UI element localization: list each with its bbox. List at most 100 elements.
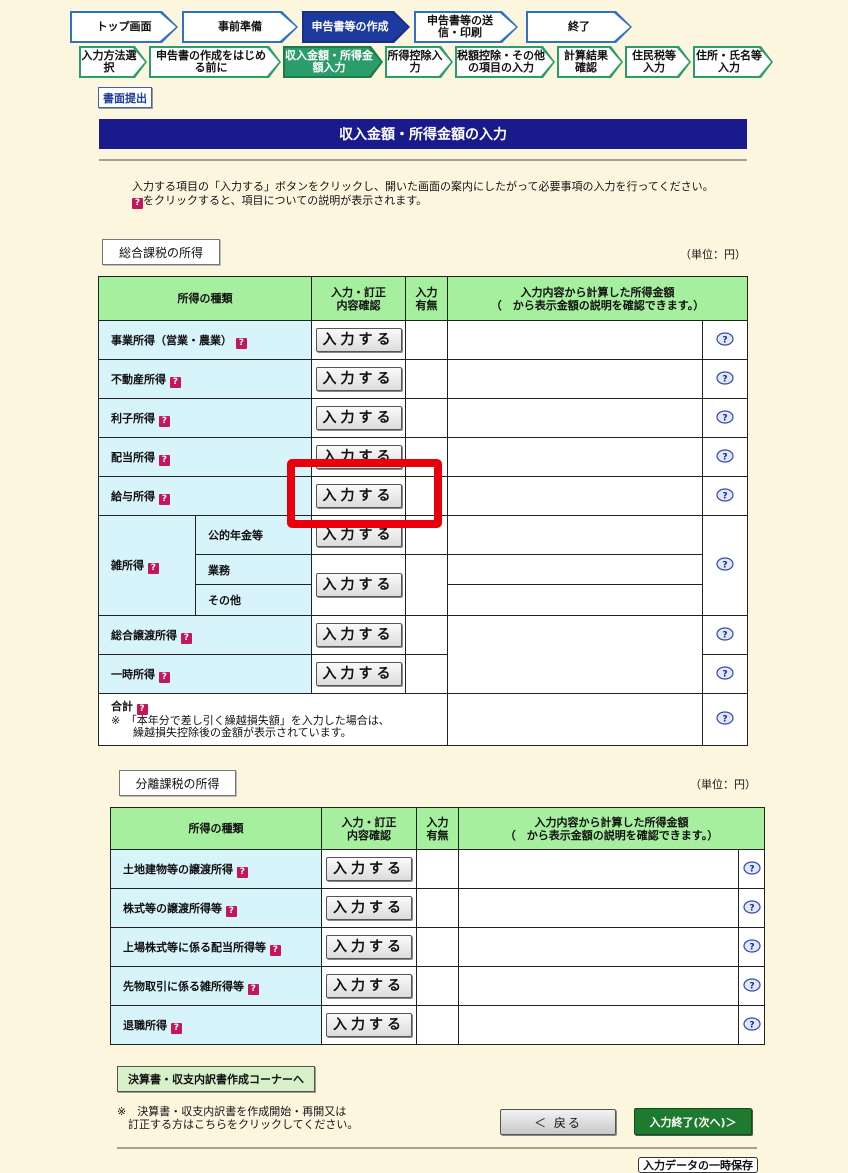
- row-label-text: 総合譲渡所得: [111, 628, 177, 642]
- input-button[interactable]: 入力する: [315, 662, 402, 686]
- statement-corner-button[interactable]: 決算書・収支内訳書作成コーナーへ: [117, 1066, 315, 1092]
- input-button[interactable]: 入力する: [315, 367, 402, 391]
- total-note: ※ 「本年分で差し引く繰越損失額」を入力した場合は、 繰越損失控除後の金額が表示…: [111, 713, 390, 739]
- sub-step-label: 入力方法選択: [81, 48, 145, 76]
- table-row: 退職所得 ? 入力する ?: [110, 1005, 765, 1045]
- svg-text:?: ?: [722, 374, 727, 384]
- sub-step-deduction[interactable]: 所得控除入力: [385, 46, 453, 78]
- help-cell: ?: [702, 654, 748, 694]
- help-bubble-icon[interactable]: ?: [715, 665, 735, 680]
- help-bubble-icon[interactable]: ?: [715, 448, 735, 463]
- svg-text:?: ?: [749, 864, 754, 874]
- help-cell: ?: [702, 398, 748, 438]
- svg-text:?: ?: [749, 942, 754, 952]
- help-question-icon[interactable]: ?: [225, 905, 237, 917]
- row-label: 一時所得 ?: [98, 654, 312, 694]
- has-input-cell: [405, 359, 448, 399]
- help-question-icon[interactable]: ?: [147, 563, 159, 574]
- input-button[interactable]: 入力する: [326, 857, 412, 881]
- help-bubble-icon[interactable]: ?: [715, 626, 735, 641]
- next-button[interactable]: 入力終了(次へ)＞: [634, 1108, 752, 1135]
- help-bubble-icon[interactable]: ?: [742, 860, 762, 875]
- sub-step-before[interactable]: 申告書の作成をはじめる前に: [149, 46, 281, 78]
- help-question-icon[interactable]: ?: [236, 866, 248, 878]
- has-input-cell: [416, 1005, 459, 1045]
- help-bubble-icon[interactable]: ?: [715, 331, 735, 346]
- amount-cell: [447, 476, 703, 516]
- sub-step-resident-tax[interactable]: 住民税等入力: [625, 46, 691, 78]
- input-button[interactable]: 入力する: [326, 935, 412, 959]
- instructions-line-2: ? をクリックすると、項目についての説明が表示されます。: [132, 194, 752, 209]
- header-amount-title: 入力内容から計算した所得金額: [534, 815, 689, 829]
- sub-step-method[interactable]: 入力方法選択: [79, 46, 147, 78]
- table-row-total: 合計 ? ※ 「本年分で差し引く繰越損失額」を入力した場合は、 繰越損失控除後の…: [98, 693, 748, 746]
- help-bubble-icon[interactable]: ?: [742, 977, 762, 992]
- temp-save-button[interactable]: 入力データの一時保存: [638, 1157, 758, 1173]
- help-bubble-icon[interactable]: ?: [715, 557, 735, 571]
- help-bubble-icon[interactable]: ?: [715, 487, 735, 502]
- header-has-input: 入力 有無: [405, 276, 448, 321]
- input-button[interactable]: 入力する: [326, 1013, 412, 1037]
- input-cell: 入力する: [321, 888, 417, 928]
- help-question-icon[interactable]: ?: [235, 337, 247, 349]
- misc-subrow-label: 業務: [195, 554, 312, 585]
- input-button[interactable]: 入力する: [326, 896, 412, 920]
- help-cell: ?: [738, 1005, 765, 1045]
- amount-cell: [447, 584, 703, 616]
- instructions-line-2-text: をクリックすると、項目についての説明が表示されます。: [143, 194, 428, 207]
- help-cell: ?: [738, 927, 765, 967]
- sub-step-address[interactable]: 住所・氏名等入力: [693, 46, 773, 78]
- amount-cell: [447, 693, 703, 746]
- top-step-top[interactable]: トップ画面: [70, 11, 178, 43]
- input-button[interactable]: 入力する: [315, 623, 402, 647]
- row-label-misc: 雑所得 ?: [98, 515, 196, 616]
- help-bubble-icon[interactable]: ?: [742, 899, 762, 914]
- sub-step-income[interactable]: 収入金額・所得金額入力: [283, 46, 383, 78]
- help-bubble-icon[interactable]: ?: [742, 938, 762, 953]
- sub-step-label: 収入金額・所得金額入力: [285, 48, 381, 76]
- table-row: 先物取引に係る雑所得等 ? 入力する ?: [110, 966, 765, 1006]
- help-cell: ?: [738, 966, 765, 1006]
- top-step-end[interactable]: 終了: [526, 11, 632, 43]
- total-label-cell: 合計 ? ※ 「本年分で差し引く繰越損失額」を入力した場合は、 繰越損失控除後の…: [98, 693, 448, 746]
- help-cell: ?: [702, 359, 748, 399]
- back-button[interactable]: ＜ 戻る: [500, 1109, 616, 1135]
- help-question-icon[interactable]: ?: [247, 983, 259, 995]
- row-label: 株式等の譲渡所得等 ?: [110, 888, 322, 928]
- amount-cell: [447, 437, 703, 477]
- help-question-icon[interactable]: ?: [136, 703, 148, 715]
- input-button[interactable]: 入力する: [315, 406, 402, 430]
- input-cell: 入力する: [321, 1005, 417, 1045]
- amount-cell: [458, 888, 739, 928]
- top-step-create[interactable]: 申告書等の作成: [302, 11, 410, 43]
- help-question-icon[interactable]: ?: [170, 1022, 182, 1034]
- help-question-icon[interactable]: ?: [158, 454, 170, 466]
- document-submit-button[interactable]: 書面提出: [98, 87, 152, 108]
- input-button[interactable]: 入力する: [315, 328, 402, 352]
- help-bubble-icon[interactable]: ?: [715, 409, 735, 424]
- input-button[interactable]: 入力する: [326, 974, 412, 998]
- input-cell: 入力する: [311, 359, 406, 399]
- help-question-icon[interactable]: ?: [169, 376, 181, 388]
- table-row: 業務 入力する: [99, 554, 748, 616]
- row-label-text: 土地建物等の譲渡所得: [123, 862, 233, 876]
- help-question-icon[interactable]: ?: [158, 493, 170, 505]
- sub-step-label: 計算結果確認: [559, 48, 621, 76]
- help-question-icon[interactable]: ?: [158, 415, 170, 427]
- top-step-prep[interactable]: 事前準備: [182, 11, 298, 43]
- input-button[interactable]: 入力する: [315, 573, 402, 597]
- amount-cell: [447, 515, 703, 555]
- help-question-icon[interactable]: ?: [269, 944, 281, 956]
- svg-text:?: ?: [722, 669, 727, 679]
- header-amount: 入力内容から計算した所得金額 （ から表示金額の説明を確認できます。）: [458, 807, 765, 850]
- top-step-label: 申告書等の送信・印刷: [416, 13, 516, 41]
- sub-step-tax-credit[interactable]: 税額控除・その他の項目の入力: [455, 46, 555, 78]
- help-bubble-icon[interactable]: ?: [715, 370, 735, 385]
- svg-text:?: ?: [749, 903, 754, 913]
- help-question-icon[interactable]: ?: [180, 632, 192, 644]
- help-question-icon[interactable]: ?: [158, 671, 170, 683]
- help-bubble-icon[interactable]: ?: [715, 711, 735, 725]
- help-bubble-icon[interactable]: ?: [742, 1016, 762, 1031]
- top-step-send[interactable]: 申告書等の送信・印刷: [414, 11, 518, 43]
- sub-step-result[interactable]: 計算結果確認: [557, 46, 623, 78]
